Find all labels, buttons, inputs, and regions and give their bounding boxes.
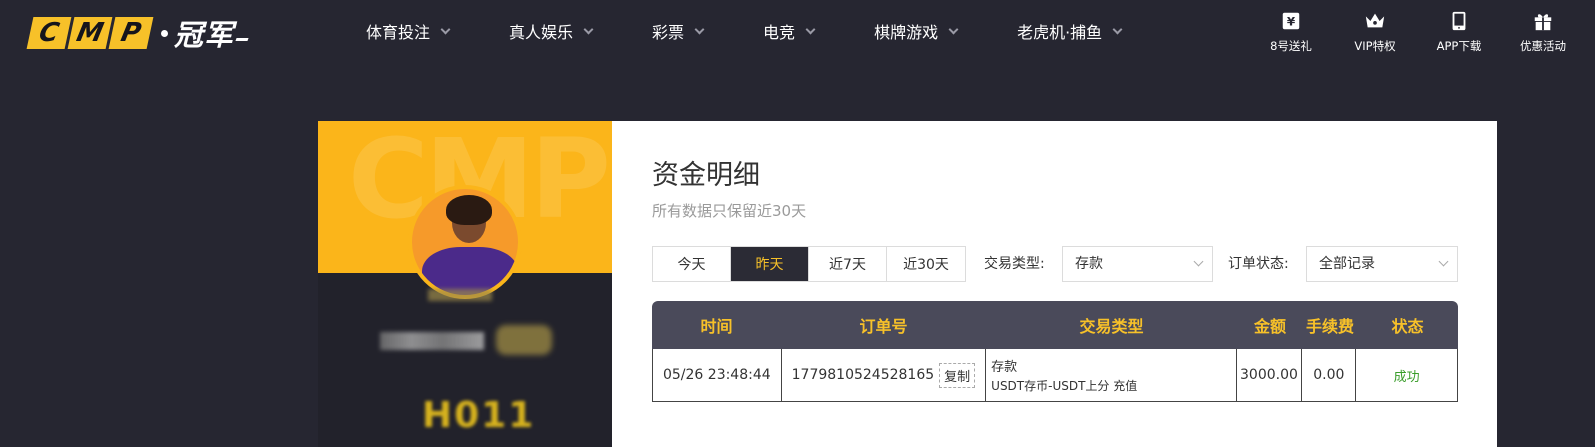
chevron-down-icon bbox=[583, 24, 594, 34]
logo-cn-name: 冠军 bbox=[174, 18, 235, 52]
copy-button[interactable]: 复制 bbox=[939, 362, 976, 388]
avatar[interactable] bbox=[408, 185, 522, 299]
nav-label: 体育投注 bbox=[366, 23, 431, 42]
brand-logo[interactable]: C M P 冠军 bbox=[26, 16, 249, 52]
nav-label: 老虎机·捕鱼 bbox=[1017, 23, 1103, 42]
utility-links: ¥ 8号送礼 VIP特权 APP下载 优惠活动 bbox=[1249, 10, 1585, 54]
nav-item-slots-fishing[interactable]: 老虎机·捕鱼 bbox=[1017, 19, 1123, 43]
range-tab-today[interactable]: 今天 bbox=[653, 247, 731, 281]
gift-icon bbox=[1534, 14, 1552, 31]
main-nav: 体育投注 真人娱乐 彩票 电竞 棋牌游戏 老虎机·捕鱼 bbox=[366, 0, 1181, 62]
tx-type-select[interactable]: 存款 bbox=[1062, 246, 1213, 282]
tx-type-label: 交易类型: bbox=[984, 256, 1045, 272]
crown-icon bbox=[1365, 13, 1385, 28]
order-status-select[interactable]: 全部记录 bbox=[1306, 246, 1458, 282]
util-app-download[interactable]: APP下载 bbox=[1417, 10, 1501, 54]
fund-details-panel: 资金明细 所有数据只保留近30天 今天 昨天 近7天 近30天 交易类型: 存款… bbox=[612, 121, 1497, 447]
logo-underline bbox=[235, 37, 249, 41]
chevron-down-icon bbox=[1438, 256, 1449, 267]
chevron-down-icon bbox=[694, 24, 705, 34]
chevron-down-icon bbox=[948, 24, 959, 34]
util-label: 优惠活动 bbox=[1520, 39, 1566, 53]
order-status-value: 全部记录 bbox=[1319, 256, 1375, 272]
header-tx-type: 交易类型 bbox=[1079, 317, 1144, 336]
cell-fee: 0.00 bbox=[1302, 349, 1357, 401]
range-tab-30days[interactable]: 近30天 bbox=[887, 247, 965, 281]
nav-item-live-casino[interactable]: 真人娱乐 bbox=[509, 19, 594, 43]
nav-item-sports[interactable]: 体育投注 bbox=[366, 19, 451, 43]
page-title: 资金明细 bbox=[652, 160, 760, 191]
util-gift-8[interactable]: ¥ 8号送礼 bbox=[1249, 10, 1333, 54]
profile-card: CMP H011 bbox=[318, 121, 612, 447]
nav-label: 棋牌游戏 bbox=[874, 23, 939, 42]
logo-dot bbox=[161, 29, 168, 37]
table-header: 时间 订单号 交易类型 金额 手续费 状态 bbox=[652, 301, 1458, 349]
logo-letter-m: M bbox=[67, 17, 113, 49]
cell-order-no: 1779810524528165 复制 bbox=[782, 349, 987, 401]
cell-tx-type: 存款 USDT存币-USDT上分 充值 bbox=[986, 349, 1237, 401]
util-label: 8号送礼 bbox=[1270, 39, 1312, 53]
table-row: 05/26 23:48:44 1779810524528165 复制 存款 US… bbox=[652, 349, 1458, 402]
order-status-label: 订单状态: bbox=[1228, 256, 1289, 272]
order-number: 1779810524528165 bbox=[791, 367, 935, 383]
util-promotions[interactable]: 优惠活动 bbox=[1501, 10, 1585, 54]
ticket-yen-icon: ¥ bbox=[1282, 12, 1300, 30]
nav-item-esports[interactable]: 电竞 bbox=[763, 19, 816, 43]
date-range-tabs: 今天 昨天 近7天 近30天 bbox=[652, 246, 966, 282]
vip-level-text: H011 bbox=[422, 395, 536, 436]
header-order-no: 订单号 bbox=[859, 317, 908, 336]
tablet-icon bbox=[1452, 11, 1466, 31]
cell-status: 成功 bbox=[1356, 349, 1457, 401]
chevron-down-icon bbox=[1112, 24, 1123, 34]
header-fee: 手续费 bbox=[1305, 317, 1354, 336]
status-badge: 成功 bbox=[1393, 369, 1420, 385]
chevron-down-icon bbox=[440, 24, 451, 34]
cell-time: 05/26 23:48:44 bbox=[653, 349, 782, 401]
chevron-down-icon bbox=[805, 24, 816, 34]
nav-label: 电竞 bbox=[763, 23, 796, 42]
chevron-down-icon bbox=[1193, 256, 1204, 267]
nav-label: 彩票 bbox=[652, 23, 685, 42]
blurred-tag bbox=[428, 289, 492, 301]
nav-label: 真人娱乐 bbox=[509, 23, 574, 42]
tx-type-value: 存款 bbox=[1075, 256, 1103, 272]
page-subtitle: 所有数据只保留近30天 bbox=[652, 202, 807, 220]
header-status: 状态 bbox=[1391, 317, 1424, 336]
util-vip[interactable]: VIP特权 bbox=[1333, 10, 1417, 54]
util-label: VIP特权 bbox=[1354, 39, 1396, 53]
blurred-username bbox=[380, 332, 484, 350]
range-tab-7days[interactable]: 近7天 bbox=[809, 247, 887, 281]
blurred-vip-badge bbox=[496, 325, 552, 355]
svg-text:¥: ¥ bbox=[1287, 15, 1296, 29]
avatar-hair bbox=[446, 195, 492, 225]
logo-letter-c: C bbox=[26, 17, 72, 49]
header-time: 时间 bbox=[700, 317, 733, 336]
header-amount: 金额 bbox=[1253, 317, 1286, 336]
top-header: C M P 冠军 体育投注 真人娱乐 彩票 电竞 棋牌游戏 老虎机·捕鱼 ¥ 8… bbox=[0, 0, 1595, 62]
transactions-table: 时间 订单号 交易类型 金额 手续费 状态 05/26 23:48:44 177… bbox=[652, 301, 1458, 402]
logo-letter-p: P bbox=[108, 17, 154, 49]
tx-type-main: 存款 bbox=[991, 360, 1018, 375]
logo-letters: C M P bbox=[26, 17, 154, 49]
util-label: APP下载 bbox=[1436, 39, 1482, 53]
nav-item-card-games[interactable]: 棋牌游戏 bbox=[874, 19, 959, 43]
tx-type-detail: USDT存币-USDT上分 充值 bbox=[991, 379, 1138, 393]
nav-item-lottery[interactable]: 彩票 bbox=[652, 19, 705, 43]
range-tab-yesterday[interactable]: 昨天 bbox=[731, 247, 809, 281]
cell-amount: 3000.00 bbox=[1237, 349, 1303, 401]
